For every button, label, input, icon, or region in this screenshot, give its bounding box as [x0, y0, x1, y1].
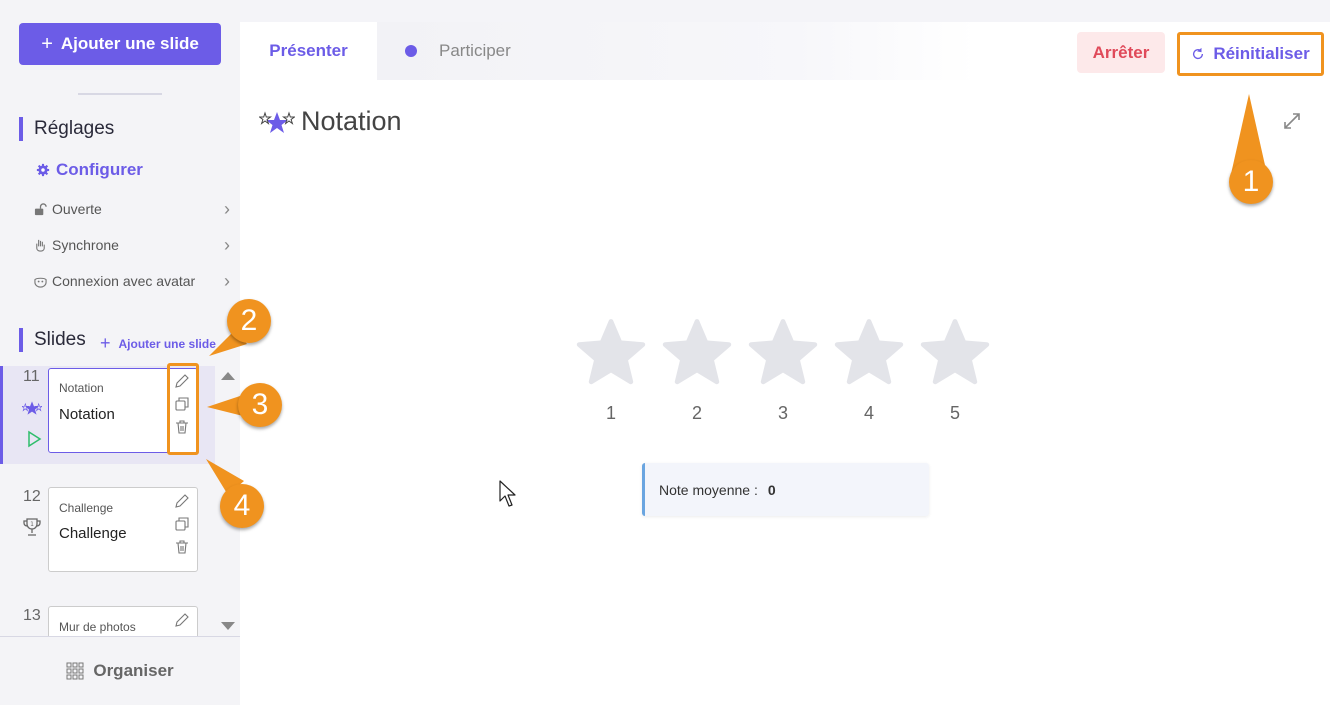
- rating-label: 2: [691, 403, 702, 423]
- expand-icon[interactable]: [1282, 111, 1302, 131]
- status-dot-icon: [405, 45, 417, 57]
- menu-item-label: Synchrone: [52, 237, 119, 253]
- page-title-text: Notation: [301, 106, 402, 136]
- mask-icon: [34, 277, 47, 288]
- hand-icon: [36, 239, 45, 252]
- chevron-right-icon: ›: [224, 199, 230, 219]
- star-icon: [576, 319, 646, 385]
- slide-card[interactable]: Challenge Challenge: [48, 487, 198, 572]
- slide-type: Challenge: [59, 501, 114, 515]
- rating-label: 1: [605, 403, 616, 423]
- slides-title: Slides: [19, 328, 86, 352]
- callout-3: 3: [238, 383, 282, 427]
- menu-item-ouverte[interactable]: Ouverte ›: [34, 199, 230, 219]
- rating-stars: 1 2 3 4 5: [576, 317, 990, 424]
- stars-icon: [22, 401, 42, 415]
- add-slide-button[interactable]: + Ajouter une slide: [19, 23, 221, 65]
- average-rating-box: Note moyenne : 0: [642, 463, 929, 516]
- refresh-icon: [1193, 47, 1204, 60]
- star-icon: [662, 319, 732, 385]
- stars-icon: [259, 110, 295, 133]
- trophy-icon: 1: [23, 518, 41, 536]
- plus-icon: +: [100, 333, 111, 353]
- slide-type: Notation: [59, 381, 104, 395]
- pencil-icon[interactable]: [174, 493, 190, 509]
- slide-actions: [173, 612, 191, 628]
- rating-star-5[interactable]: 5: [920, 317, 990, 424]
- rating-star-2[interactable]: 2: [662, 317, 732, 424]
- add-slide-label: Ajouter une slide: [60, 34, 199, 53]
- callout-1: 1: [1229, 160, 1273, 204]
- slide-row-13[interactable]: 13 Mur de photos: [0, 605, 215, 636]
- slide-type: Mur de photos: [59, 620, 136, 634]
- callout-2: 2: [227, 299, 271, 343]
- pencil-icon[interactable]: [174, 612, 190, 628]
- grid-icon: [66, 662, 84, 680]
- menu-item-label: Connexion avec avatar: [52, 273, 196, 289]
- lock-open-icon: [34, 202, 47, 215]
- menu-item-avatar[interactable]: Connexion avec avatar ›: [34, 271, 230, 291]
- callout-4: 4: [220, 484, 264, 528]
- slide-title: Challenge: [59, 525, 127, 542]
- menu-item-synchrone[interactable]: Synchrone ›: [34, 235, 230, 255]
- tab-participer[interactable]: Participer: [405, 22, 511, 80]
- trash-icon[interactable]: [174, 539, 190, 555]
- scroll-down-arrow-icon[interactable]: [221, 622, 235, 630]
- slide-actions: [173, 493, 191, 555]
- mouse-cursor-icon: [499, 480, 516, 507]
- configure-link[interactable]: Configurer: [36, 160, 143, 180]
- star-icon: [834, 319, 904, 385]
- slide-number: 11: [23, 368, 40, 385]
- slide-number: 13: [23, 607, 41, 624]
- plus-icon: +: [41, 32, 53, 55]
- svg-text:1: 1: [30, 521, 34, 528]
- top-bar: Présenter Participer Arrêter Réinitialis…: [240, 22, 1330, 80]
- rating-label: 4: [863, 403, 874, 423]
- organize-button[interactable]: Organiser: [0, 636, 240, 705]
- slide-title: Notation: [59, 406, 115, 423]
- scroll-up-arrow-icon[interactable]: [221, 372, 235, 380]
- main-panel: Présenter Participer Arrêter Réinitialis…: [240, 22, 1330, 705]
- page-title: Notation: [259, 106, 402, 137]
- tab-presenter[interactable]: Présenter: [240, 22, 377, 80]
- star-icon: [748, 319, 818, 385]
- reset-button[interactable]: Réinitialiser: [1177, 32, 1324, 76]
- rating-label: 5: [949, 403, 960, 423]
- play-icon[interactable]: [24, 429, 44, 449]
- rating-star-4[interactable]: 4: [834, 317, 904, 424]
- menu-item-label: Ouverte: [52, 201, 102, 217]
- divider: [78, 93, 162, 95]
- settings-title: Réglages: [19, 117, 114, 141]
- stop-button[interactable]: Arrêter: [1077, 32, 1165, 73]
- star-icon: [920, 319, 990, 385]
- tab-participer-label: Participer: [439, 41, 511, 60]
- reset-label: Réinitialiser: [1213, 44, 1310, 63]
- chevron-right-icon: ›: [224, 235, 230, 255]
- rating-star-3[interactable]: 3: [748, 317, 818, 424]
- average-value: 0: [767, 481, 776, 498]
- slide-card[interactable]: Mur de photos: [48, 606, 198, 636]
- chevron-right-icon: ›: [224, 271, 230, 291]
- slide-number: 12: [23, 488, 41, 505]
- average-label: Note moyenne :: [659, 481, 758, 498]
- rating-label: 3: [777, 403, 788, 423]
- rating-star-1[interactable]: 1: [576, 317, 646, 424]
- highlight-slide-actions: [167, 363, 199, 455]
- gear-icon: [36, 163, 50, 177]
- duplicate-icon[interactable]: [174, 516, 190, 532]
- organize-label: Organiser: [93, 661, 174, 680]
- configure-label: Configurer: [56, 160, 143, 179]
- slide-row-12[interactable]: 12 1 Challenge Challenge: [0, 486, 215, 584]
